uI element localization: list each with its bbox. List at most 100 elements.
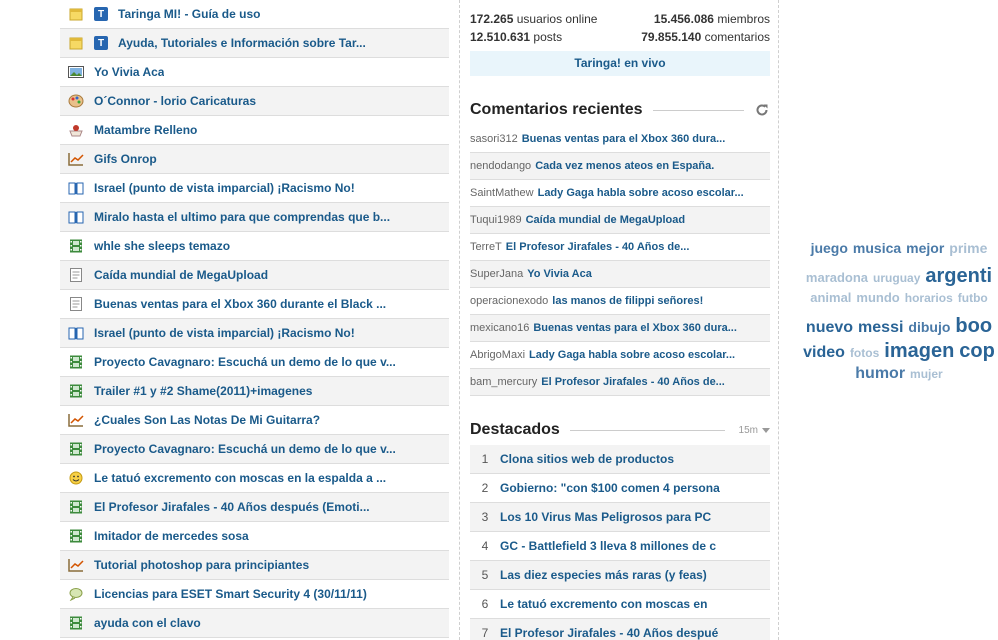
tag-link[interactable]: argenti [925, 265, 992, 288]
list-item[interactable]: Miralo hasta el ultimo para que comprend… [60, 203, 449, 232]
featured-item[interactable]: 2 Gobierno: "con $100 comen 4 persona [470, 474, 770, 503]
list-item[interactable]: O´Connor - lorio Caricaturas [60, 87, 449, 116]
post-link[interactable]: Proyecto Cavagnaro: Escuchá un demo de l… [94, 355, 396, 369]
featured-link[interactable]: GC - Battlefield 3 lleva 8 millones de c [500, 539, 716, 553]
post-link[interactable]: ¿Cuales Son Las Notas De Mi Guitarra? [94, 413, 320, 427]
featured-link[interactable]: Clona sitios web de productos [500, 452, 674, 466]
list-item[interactable]: T Taringa MI! - Guía de uso [60, 0, 449, 29]
tag-link[interactable]: dibujo [908, 319, 950, 335]
post-link[interactable]: Buenas ventas para el Xbox 360 durante e… [94, 297, 386, 311]
tag-link[interactable]: futbo [958, 291, 988, 305]
featured-link[interactable]: Gobierno: "con $100 comen 4 persona [500, 481, 720, 495]
tag-link[interactable]: musica [853, 240, 901, 256]
tag-link[interactable]: mundo [856, 290, 899, 305]
post-link[interactable]: ayuda con el clavo [94, 616, 201, 630]
list-item[interactable]: T Ayuda, Tutoriales e Información sobre T… [60, 29, 449, 58]
comment-post-link[interactable]: El Profesor Jirafales - 40 Años de... [541, 376, 725, 388]
comment-post-link[interactable]: las manos de filippi señores! [552, 295, 703, 307]
tag-link[interactable]: prime [949, 240, 987, 256]
comment-post-link[interactable]: Lady Gaga habla sobre acoso escolar... [538, 187, 744, 199]
list-item[interactable]: Trailer #1 y #2 Shame(2011)+imagenes [60, 377, 449, 406]
featured-item[interactable]: 5 Las diez especies más raras (y feas) [470, 561, 770, 590]
tag-link[interactable]: mujer [910, 367, 943, 381]
featured-link[interactable]: Los 10 Virus Mas Peligrosos para PC [500, 510, 711, 524]
list-item[interactable]: Buenas ventas para el Xbox 360 durante e… [60, 290, 449, 319]
comment-user-link[interactable]: AbrigoMaxi [470, 349, 525, 361]
tag-link[interactable]: juego [811, 240, 848, 256]
list-item[interactable]: Licencias para ESET Smart Security 4 (30… [60, 580, 449, 609]
post-link[interactable]: Ayuda, Tutoriales e Información sobre Ta… [118, 36, 366, 50]
tag-link[interactable]: fotos [850, 346, 879, 360]
post-link[interactable]: O´Connor - lorio Caricaturas [94, 94, 256, 108]
comment-post-link[interactable]: Buenas ventas para el Xbox 360 dura... [522, 133, 726, 145]
comment-user-link[interactable]: mexicano16 [470, 322, 529, 334]
tag-link[interactable]: cop [959, 340, 995, 363]
comment-post-link[interactable]: Caída mundial de MegaUpload [526, 214, 686, 226]
list-item[interactable]: whle she sleeps temazo [60, 232, 449, 261]
tag-link[interactable]: messi [858, 319, 903, 337]
comment-user-link[interactable]: TerreT [470, 241, 502, 253]
post-link[interactable]: El Profesor Jirafales - 40 Años después … [94, 500, 370, 514]
comment-post-link[interactable]: El Profesor Jirafales - 40 Años de... [506, 241, 690, 253]
comment-post-link[interactable]: Cada vez menos ateos en España. [535, 160, 714, 172]
list-item[interactable]: Gifs Onrop [60, 145, 449, 174]
tag-link[interactable]: horarios [905, 291, 953, 305]
tag-link[interactable]: maradona [806, 270, 868, 285]
post-link[interactable]: Proyecto Cavagnaro: Escuchá un demo de l… [94, 442, 396, 456]
refresh-icon[interactable] [754, 102, 770, 118]
featured-link[interactable]: El Profesor Jirafales - 40 Años despué [500, 626, 718, 640]
list-item[interactable]: Proyecto Cavagnaro: Escuchá un demo de l… [60, 348, 449, 377]
list-item[interactable]: Israel (punto de vista imparcial) ¡Racis… [60, 174, 449, 203]
list-item[interactable]: Le tatuó excremento con moscas en la esp… [60, 464, 449, 493]
featured-item[interactable]: 1 Clona sitios web de productos [470, 445, 770, 474]
featured-item[interactable]: 4 GC - Battlefield 3 lleva 8 millones de … [470, 532, 770, 561]
comment-user-link[interactable]: bam_mercury [470, 376, 537, 388]
list-item[interactable]: ¿Cuales Son Las Notas De Mi Guitarra? [60, 406, 449, 435]
post-link[interactable]: Miralo hasta el ultimo para que comprend… [94, 210, 390, 224]
list-item[interactable]: Caída mundial de MegaUpload [60, 261, 449, 290]
post-link[interactable]: Imitador de mercedes sosa [94, 529, 249, 543]
tag-link[interactable]: video [803, 344, 845, 362]
post-link[interactable]: Israel (punto de vista imparcial) ¡Racis… [94, 181, 355, 195]
featured-item[interactable]: 3 Los 10 Virus Mas Peligrosos para PC [470, 503, 770, 532]
live-link[interactable]: Taringa! en vivo [470, 51, 770, 76]
list-item[interactable]: Imitador de mercedes sosa [60, 522, 449, 551]
post-link[interactable]: Trailer #1 y #2 Shame(2011)+imagenes [94, 384, 312, 398]
list-item[interactable]: ayuda con el clavo [60, 609, 449, 638]
post-link[interactable]: Matambre Relleno [94, 123, 197, 137]
comment-user-link[interactable]: nendodango [470, 160, 531, 172]
list-item[interactable]: Israel (punto de vista imparcial) ¡Racis… [60, 319, 449, 348]
tag-link[interactable]: humor [855, 365, 905, 383]
list-item[interactable]: Proyecto Cavagnaro: Escuchá un demo de l… [60, 435, 449, 464]
featured-item[interactable]: 7 El Profesor Jirafales - 40 Años despué [470, 619, 770, 640]
comment-post-link[interactable]: Yo Vivia Aca [527, 268, 592, 280]
post-link[interactable]: Licencias para ESET Smart Security 4 (30… [94, 587, 367, 601]
list-item[interactable]: Yo Vivia Aca [60, 58, 449, 87]
post-link[interactable]: whle she sleeps temazo [94, 239, 230, 253]
post-link[interactable]: Yo Vivia Aca [94, 65, 164, 79]
tag-link[interactable]: animal [810, 290, 851, 305]
list-item[interactable]: El Profesor Jirafales - 40 Años después … [60, 493, 449, 522]
featured-item[interactable]: 6 Le tatuó excremento con moscas en [470, 590, 770, 619]
post-link[interactable]: Le tatuó excremento con moscas en la esp… [94, 471, 386, 485]
post-link[interactable]: Tutorial photoshop para principiantes [94, 558, 309, 572]
comment-user-link[interactable]: SuperJana [470, 268, 523, 280]
tag-link[interactable]: mejor [906, 240, 944, 256]
post-link[interactable]: Gifs Onrop [94, 152, 157, 166]
comment-user-link[interactable]: sasori312 [470, 133, 518, 145]
tag-link[interactable]: imagen [884, 340, 954, 363]
interval-select[interactable]: 15m [739, 425, 770, 436]
comment-user-link[interactable]: Tuqui1989 [470, 214, 522, 226]
comment-post-link[interactable]: Buenas ventas para el Xbox 360 dura... [533, 322, 737, 334]
featured-link[interactable]: Le tatuó excremento con moscas en [500, 597, 707, 611]
tag-link[interactable]: nuevo [806, 319, 853, 337]
tag-link[interactable]: boo [955, 315, 992, 338]
comment-user-link[interactable]: SaintMathew [470, 187, 534, 199]
list-item[interactable]: Matambre Relleno [60, 116, 449, 145]
tag-link[interactable]: uruguay [873, 271, 920, 285]
featured-link[interactable]: Las diez especies más raras (y feas) [500, 568, 707, 582]
post-link[interactable]: Caída mundial de MegaUpload [94, 268, 268, 282]
post-link[interactable]: Israel (punto de vista imparcial) ¡Racis… [94, 326, 355, 340]
comment-post-link[interactable]: Lady Gaga habla sobre acoso escolar... [529, 349, 735, 361]
post-link[interactable]: Taringa MI! - Guía de uso [118, 7, 260, 21]
